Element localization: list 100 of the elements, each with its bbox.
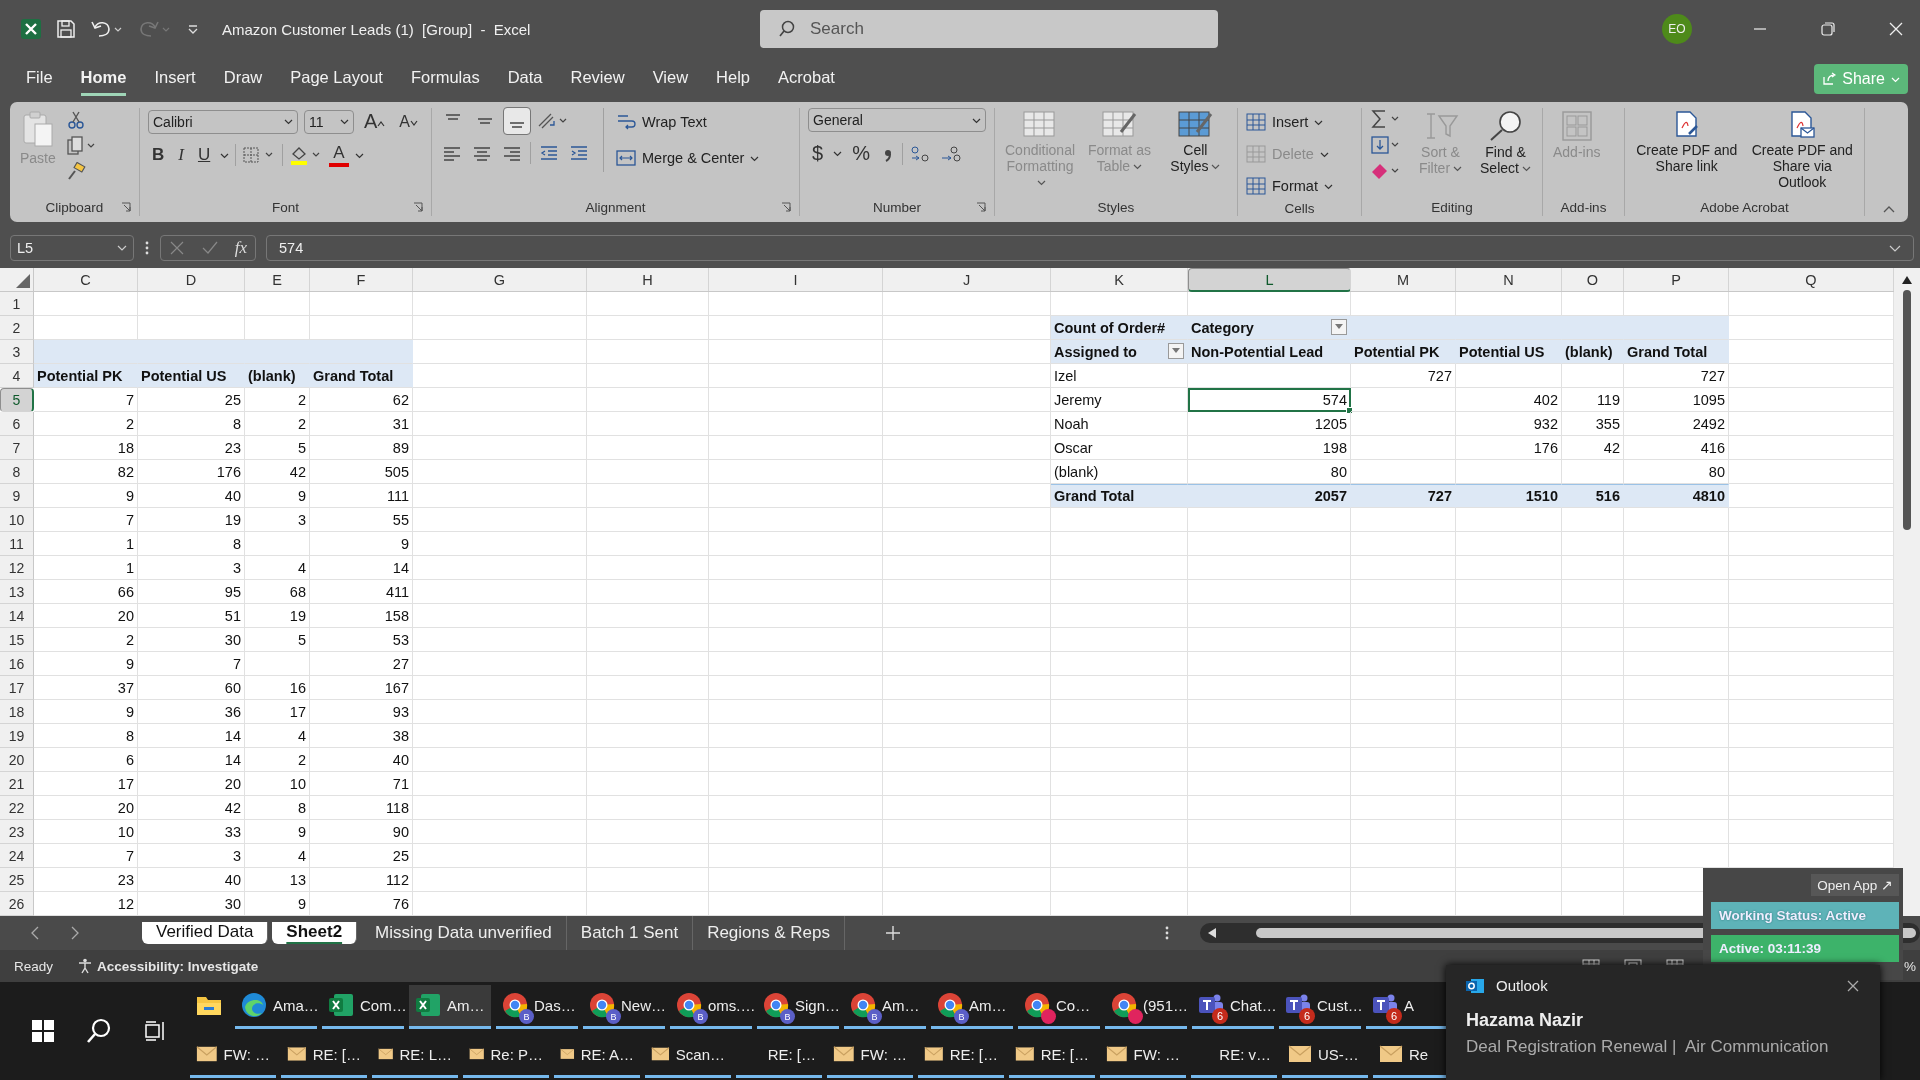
empty-cell[interactable]: [1624, 556, 1729, 580]
empty-cell[interactable]: [883, 604, 1051, 628]
empty-cell[interactable]: [883, 724, 1051, 748]
row-header[interactable]: 23: [0, 820, 34, 844]
create-pdf-button[interactable]: Create PDF and Share link: [1633, 108, 1741, 176]
row-header[interactable]: 15: [0, 628, 34, 652]
empty-cell[interactable]: [709, 556, 883, 580]
table-cell[interactable]: 402: [1456, 388, 1562, 412]
row-header[interactable]: 4: [0, 364, 34, 388]
empty-cell[interactable]: [1051, 556, 1188, 580]
table-cell[interactable]: Category: [1188, 316, 1351, 340]
table-cell[interactable]: 51: [138, 604, 245, 628]
empty-cell[interactable]: [709, 820, 883, 844]
table-cell[interactable]: 19: [138, 508, 245, 532]
empty-cell[interactable]: [1562, 508, 1624, 532]
font-size-dropdown[interactable]: 11: [304, 109, 354, 134]
ribbon-tab[interactable]: File: [26, 62, 53, 96]
column-header[interactable]: F: [310, 268, 413, 291]
table-cell[interactable]: 411: [310, 580, 413, 604]
table-cell[interactable]: 4: [245, 724, 310, 748]
empty-cell[interactable]: [1351, 412, 1456, 436]
table-cell[interactable]: 2: [245, 388, 310, 412]
empty-cell[interactable]: [1456, 724, 1562, 748]
table-cell[interactable]: 7: [138, 652, 245, 676]
empty-cell[interactable]: [1051, 604, 1188, 628]
empty-cell[interactable]: [1562, 652, 1624, 676]
taskbar-button[interactable]: 6 Chat…: [1192, 984, 1274, 1029]
column-header[interactable]: M: [1351, 268, 1456, 291]
empty-cell[interactable]: [587, 700, 709, 724]
empty-cell[interactable]: [245, 532, 310, 556]
table-cell[interactable]: 8: [245, 796, 310, 820]
table-cell[interactable]: 6: [34, 748, 138, 772]
taskbar-window-button[interactable]: RE: […: [736, 1033, 822, 1078]
empty-cell[interactable]: [587, 724, 709, 748]
table-cell[interactable]: 17: [34, 772, 138, 796]
empty-cell[interactable]: [1562, 844, 1624, 868]
empty-cell[interactable]: [883, 532, 1051, 556]
table-cell[interactable]: 10: [34, 820, 138, 844]
table-cell[interactable]: 37: [34, 676, 138, 700]
empty-cell[interactable]: [709, 484, 883, 508]
table-cell[interactable]: 16: [245, 676, 310, 700]
empty-cell[interactable]: [1624, 700, 1729, 724]
scroll-thumb[interactable]: [1903, 290, 1911, 530]
row-header[interactable]: 20: [0, 748, 34, 772]
filter-button[interactable]: [1331, 319, 1347, 335]
table-cell[interactable]: Grand Total: [1624, 340, 1729, 364]
empty-cell[interactable]: [1188, 676, 1351, 700]
empty-cell[interactable]: [1188, 580, 1351, 604]
empty-cell[interactable]: [1188, 604, 1351, 628]
table-cell[interactable]: 9: [34, 484, 138, 508]
empty-cell[interactable]: [413, 628, 587, 652]
table-cell[interactable]: 40: [310, 748, 413, 772]
row-header[interactable]: 17: [0, 676, 34, 700]
empty-cell[interactable]: [709, 460, 883, 484]
empty-cell[interactable]: [587, 652, 709, 676]
restore-icon[interactable]: [1820, 21, 1836, 37]
dialog-launcher-icon[interactable]: [781, 202, 791, 212]
empty-cell[interactable]: [883, 412, 1051, 436]
empty-cell[interactable]: [1456, 628, 1562, 652]
editing-button[interactable]: Find & Select: [1477, 108, 1534, 178]
taskbar-button[interactable]: B oms.…: [670, 984, 752, 1029]
empty-cell[interactable]: [1456, 796, 1562, 820]
table-cell[interactable]: 36: [138, 700, 245, 724]
table-cell[interactable]: Non-Potential Lead: [1188, 340, 1351, 364]
empty-cell[interactable]: [1351, 628, 1456, 652]
ribbon-tab[interactable]: Home: [80, 62, 127, 96]
table-cell[interactable]: 2: [245, 748, 310, 772]
empty-cell[interactable]: [413, 652, 587, 676]
empty-cell[interactable]: [413, 700, 587, 724]
empty-cell[interactable]: [709, 772, 883, 796]
table-cell[interactable]: 176: [138, 460, 245, 484]
empty-cell[interactable]: [138, 292, 245, 316]
table-cell[interactable]: 25: [310, 844, 413, 868]
empty-cell[interactable]: [709, 724, 883, 748]
empty-cell[interactable]: [587, 580, 709, 604]
scissors-icon[interactable]: [65, 110, 86, 130]
table-cell[interactable]: 2: [245, 412, 310, 436]
row-header[interactable]: 7: [0, 436, 34, 460]
table-cell[interactable]: 60: [138, 676, 245, 700]
empty-cell[interactable]: [1351, 700, 1456, 724]
styles-button[interactable]: Cell Styles: [1161, 108, 1229, 176]
empty-cell[interactable]: [1188, 844, 1351, 868]
taskbar-window-button[interactable]: RE: […: [918, 1033, 1004, 1078]
table-cell[interactable]: 3: [245, 508, 310, 532]
search-icon[interactable]: [85, 1017, 113, 1045]
table-cell[interactable]: 7: [34, 508, 138, 532]
table-cell[interactable]: 198: [1188, 436, 1351, 460]
copy-icon[interactable]: [65, 136, 96, 156]
empty-cell[interactable]: [1562, 724, 1624, 748]
empty-cell[interactable]: [587, 436, 709, 460]
empty-cell[interactable]: [1051, 868, 1188, 892]
empty-cell[interactable]: [709, 628, 883, 652]
column-header[interactable]: H: [587, 268, 709, 291]
empty-cell[interactable]: [883, 820, 1051, 844]
empty-cell[interactable]: [245, 652, 310, 676]
redo-icon[interactable]: [138, 19, 172, 39]
empty-cell[interactable]: [1351, 388, 1456, 412]
empty-cell[interactable]: [587, 316, 709, 340]
table-cell[interactable]: 89: [310, 436, 413, 460]
empty-cell[interactable]: [1562, 772, 1624, 796]
